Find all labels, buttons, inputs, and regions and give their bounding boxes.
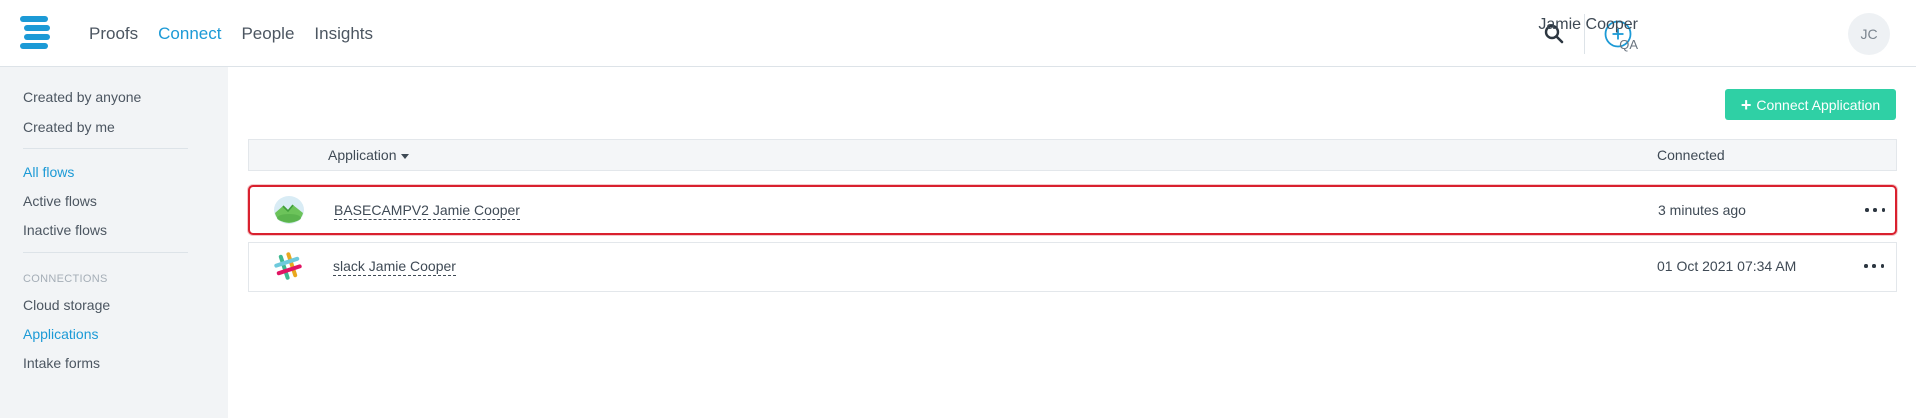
sidebar-heading-connections: Connections (23, 273, 108, 285)
sidebar-item-created-by-me[interactable]: Created by me (23, 119, 115, 135)
avatar[interactable]: JC (1848, 13, 1890, 55)
table-header: Application Connected (248, 139, 1897, 171)
column-header-connected: Connected (1657, 147, 1725, 163)
application-name-link[interactable]: BASECAMPV2 Jamie Cooper (334, 201, 520, 220)
sidebar-item-active-flows[interactable]: Active flows (23, 193, 97, 209)
table-row[interactable]: BASECAMPV2 Jamie Cooper 3 minutes ago (248, 185, 1897, 235)
sort-caret-icon (400, 153, 409, 159)
connected-time: 01 Oct 2021 07:34 AM (1657, 258, 1797, 274)
more-options-icon[interactable] (1864, 256, 1884, 276)
sidebar-item-cloud-storage[interactable]: Cloud storage (23, 297, 110, 313)
sidebar-item-all-flows[interactable]: All flows (23, 164, 74, 180)
connect-application-label: Connect Application (1756, 96, 1881, 113)
sidebar-item-applications[interactable]: Applications (23, 326, 99, 342)
main-content: + Connect Application Application Connec… (228, 67, 1916, 418)
menu-logo-icon[interactable] (20, 16, 54, 50)
application-name-link[interactable]: slack Jamie Cooper (333, 257, 456, 276)
column-header-application-label: Application (328, 147, 397, 163)
slack-icon (272, 250, 304, 282)
nav-people[interactable]: People (241, 24, 294, 44)
table-row[interactable]: slack Jamie Cooper 01 Oct 2021 07:34 AM (248, 242, 1897, 292)
connect-application-button[interactable]: + Connect Application (1725, 89, 1896, 120)
sidebar-divider (23, 252, 188, 253)
user-role: QA (1619, 37, 1638, 52)
nav-connect[interactable]: Connect (158, 24, 221, 44)
user-name[interactable]: Jamie Cooper (1538, 16, 1638, 34)
column-header-application[interactable]: Application (328, 147, 409, 163)
top-bar: Proofs Connect People Insights Jamie Coo… (0, 0, 1916, 67)
main-nav: Proofs Connect People Insights (89, 0, 373, 67)
more-options-icon[interactable] (1865, 200, 1885, 220)
connected-time: 3 minutes ago (1658, 202, 1746, 218)
sidebar: Created by anyone Created by me All flow… (0, 67, 228, 418)
basecamp-icon (273, 194, 305, 226)
sidebar-divider (23, 148, 188, 149)
plus-icon: + (1740, 94, 1752, 115)
sidebar-item-intake-forms[interactable]: Intake forms (23, 355, 100, 371)
sidebar-item-inactive-flows[interactable]: Inactive flows (23, 222, 107, 238)
sidebar-item-created-by-anyone[interactable]: Created by anyone (23, 89, 141, 105)
nav-insights[interactable]: Insights (314, 24, 373, 44)
nav-proofs[interactable]: Proofs (89, 24, 138, 44)
